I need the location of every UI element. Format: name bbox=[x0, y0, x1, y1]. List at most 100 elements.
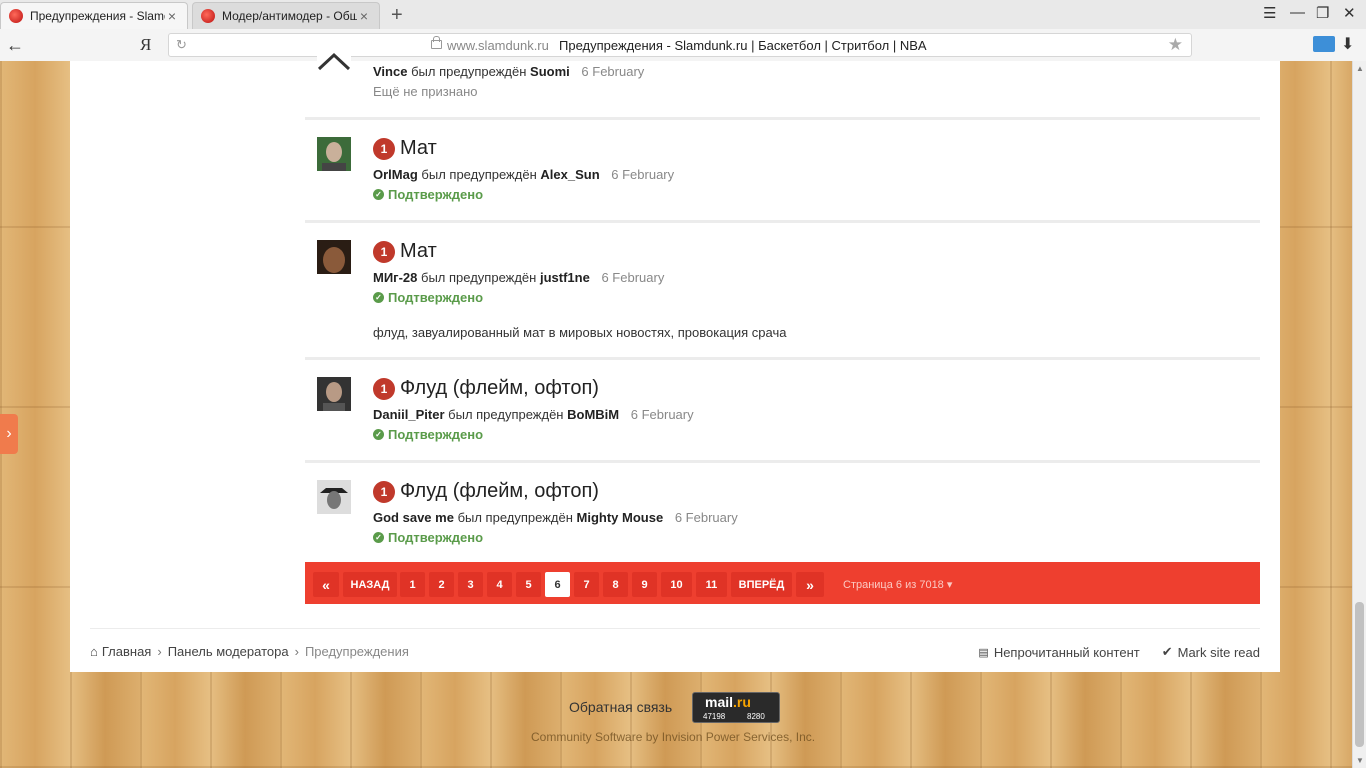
url-host: www.slamdunk.ru bbox=[447, 38, 549, 53]
status-label: Подтверждено bbox=[388, 187, 484, 202]
prev-page-button[interactable]: НАЗАД bbox=[343, 572, 397, 597]
user-avatar[interactable] bbox=[317, 240, 351, 274]
page-7[interactable]: 7 bbox=[574, 572, 599, 597]
check-circle-icon: ✓ bbox=[373, 189, 384, 200]
warned-user-link[interactable]: Alex_Sun bbox=[540, 167, 599, 182]
warning-item: 1 Флуд (флейм, офтоп) God save me был пр… bbox=[305, 463, 1260, 562]
warning-item: 1 Мат OrlMag был предупреждён Alex_Sun 6… bbox=[305, 120, 1260, 223]
warning-action: был предупреждён bbox=[457, 510, 573, 525]
warning-reason[interactable]: Флуд (флейм, офтоп) bbox=[400, 480, 599, 503]
minimize-button[interactable]: — bbox=[1290, 4, 1305, 21]
page-8[interactable]: 8 bbox=[603, 572, 628, 597]
status-label: Подтверждено bbox=[388, 427, 484, 442]
moderator-link[interactable]: Vince bbox=[373, 64, 407, 79]
pagination-bar: « НАЗАД 1 2 3 4 5 6 7 8 9 10 11 ВПЕРЁД »… bbox=[305, 562, 1260, 604]
moderator-link[interactable]: МИг-28 bbox=[373, 270, 417, 285]
next-page-button[interactable]: ВПЕРЁД bbox=[731, 572, 792, 597]
back-arrow-icon[interactable]: ← bbox=[6, 35, 24, 56]
image-icon[interactable] bbox=[1313, 36, 1335, 52]
tab-label: Предупреждения - Slamdunk.ru bbox=[30, 9, 165, 23]
warning-status: Ещё не признано bbox=[373, 84, 478, 99]
side-panel-toggle-icon[interactable]: › bbox=[0, 414, 18, 454]
footer-actions: ▤ Непрочитанный контент ✔ Mark site read bbox=[973, 644, 1260, 660]
bookmark-star-icon[interactable]: ★ bbox=[1168, 35, 1183, 55]
feedback-link[interactable]: Обратная связь bbox=[569, 699, 672, 715]
mailru-counter[interactable]: mail.ru 47198 8280 bbox=[692, 692, 780, 723]
tab-close-icon[interactable]: × bbox=[165, 8, 179, 24]
warning-status: ✓ Подтверждено bbox=[373, 187, 483, 202]
checkmark-icon: ✔ bbox=[1161, 644, 1173, 659]
status-label: Подтверждено bbox=[388, 290, 484, 305]
breadcrumb-mod-panel[interactable]: Панель модератора bbox=[168, 644, 289, 659]
status-label: Подтверждено bbox=[388, 530, 484, 545]
page-1[interactable]: 1 bbox=[400, 572, 425, 597]
reload-icon[interactable]: ↻ bbox=[176, 37, 187, 53]
moderator-link[interactable]: Daniil_Piter bbox=[373, 407, 445, 422]
tab-bar: Предупреждения - Slamdunk.ru × Модер/ант… bbox=[0, 0, 1366, 30]
new-tab-button[interactable]: + bbox=[391, 4, 403, 27]
warned-user-link[interactable]: Mighty Mouse bbox=[577, 510, 664, 525]
page-3[interactable]: 3 bbox=[458, 572, 483, 597]
warning-date: 6 February bbox=[601, 270, 665, 285]
tab-warnings[interactable]: Предупреждения - Slamdunk.ru × bbox=[0, 2, 188, 29]
last-page-button[interactable]: » bbox=[796, 572, 824, 597]
scroll-thumb[interactable] bbox=[1355, 602, 1364, 747]
page-jump-dropdown[interactable]: Страница 6 из 7018 ▾ bbox=[843, 578, 952, 591]
page-9[interactable]: 9 bbox=[632, 572, 657, 597]
mark-site-read-link[interactable]: Mark site read bbox=[1178, 645, 1260, 660]
close-window-button[interactable]: ✕ bbox=[1343, 4, 1356, 22]
page-scrollbar[interactable]: ▲ ▼ bbox=[1352, 61, 1366, 768]
download-icon[interactable]: ⬇ bbox=[1341, 34, 1354, 54]
page-11[interactable]: 11 bbox=[696, 572, 727, 597]
warning-heading: 1 Флуд (флейм, офтоп) bbox=[373, 480, 599, 503]
page-6-current[interactable]: 6 bbox=[545, 572, 570, 597]
page-4[interactable]: 4 bbox=[487, 572, 512, 597]
unread-content-link[interactable]: Непрочитанный контент bbox=[994, 645, 1140, 660]
caret-down-icon: ▾ bbox=[946, 579, 953, 591]
moderator-link[interactable]: OrlMag bbox=[373, 167, 418, 182]
tab-close-icon[interactable]: × bbox=[357, 8, 371, 24]
site-favicon-icon bbox=[201, 9, 215, 23]
check-circle-icon: ✓ bbox=[373, 292, 384, 303]
maximize-button[interactable]: ❐ bbox=[1316, 4, 1329, 22]
warned-user-link[interactable]: Suomi bbox=[530, 64, 570, 79]
user-avatar[interactable] bbox=[317, 377, 351, 411]
warning-item: Vince был предупреждён Suomi 6 February … bbox=[305, 39, 1260, 120]
user-avatar[interactable] bbox=[317, 480, 351, 514]
user-avatar[interactable] bbox=[317, 39, 351, 73]
warning-status: ✓ Подтверждено bbox=[373, 427, 483, 442]
check-circle-icon: ✓ bbox=[373, 532, 384, 543]
warned-user-link[interactable]: justf1ne bbox=[540, 270, 590, 285]
warning-action: был предупреждён bbox=[448, 407, 564, 422]
warning-meta: Daniil_Piter был предупреждён BoMBiM 6 F… bbox=[373, 407, 694, 422]
warning-item: 1 Флуд (флейм, офтоп) Daniil_Piter был п… bbox=[305, 360, 1260, 463]
breadcrumb: ⌂ Главная › Панель модератора › Предупре… bbox=[90, 644, 409, 659]
warning-date: 6 February bbox=[581, 64, 645, 79]
moderator-link[interactable]: God save me bbox=[373, 510, 454, 525]
breadcrumb-home[interactable]: Главная bbox=[102, 644, 151, 659]
yandex-logo[interactable]: Я bbox=[140, 35, 151, 55]
warning-meta: God save me был предупреждён Mighty Mous… bbox=[373, 510, 738, 525]
warning-meta: OrlMag был предупреждён Alex_Sun 6 Febru… bbox=[373, 167, 674, 182]
user-avatar[interactable] bbox=[317, 137, 351, 171]
page-5[interactable]: 5 bbox=[516, 572, 541, 597]
warning-meta: МИг-28 был предупреждён justf1ne 6 Febru… bbox=[373, 270, 664, 285]
tab-moder-antimoder[interactable]: Модер/антимодер - Общий × bbox=[192, 2, 380, 29]
first-page-button[interactable]: « bbox=[313, 572, 339, 597]
warning-reason[interactable]: Мат bbox=[400, 240, 437, 263]
menu-icon[interactable]: ☰ bbox=[1263, 4, 1276, 22]
scroll-up-icon[interactable]: ▲ bbox=[1356, 64, 1364, 73]
check-circle-icon: ✓ bbox=[373, 429, 384, 440]
warning-item: 1 Мат МИг-28 был предупреждён justf1ne 6… bbox=[305, 223, 1260, 360]
warning-points-badge: 1 bbox=[373, 480, 395, 503]
warned-user-link[interactable]: BoMBiM bbox=[567, 407, 619, 422]
warning-reason[interactable]: Флуд (флейм, офтоп) bbox=[400, 377, 599, 400]
scroll-down-icon[interactable]: ▼ bbox=[1356, 756, 1364, 765]
page-10[interactable]: 10 bbox=[661, 572, 692, 597]
warning-heading: 1 Мат bbox=[373, 240, 437, 263]
warning-reason[interactable]: Мат bbox=[400, 137, 437, 160]
tab-label: Модер/антимодер - Общий bbox=[222, 9, 357, 23]
copyright-text[interactable]: Community Software by Invision Power Ser… bbox=[531, 730, 815, 744]
lock-icon bbox=[431, 36, 442, 49]
page-2[interactable]: 2 bbox=[429, 572, 454, 597]
